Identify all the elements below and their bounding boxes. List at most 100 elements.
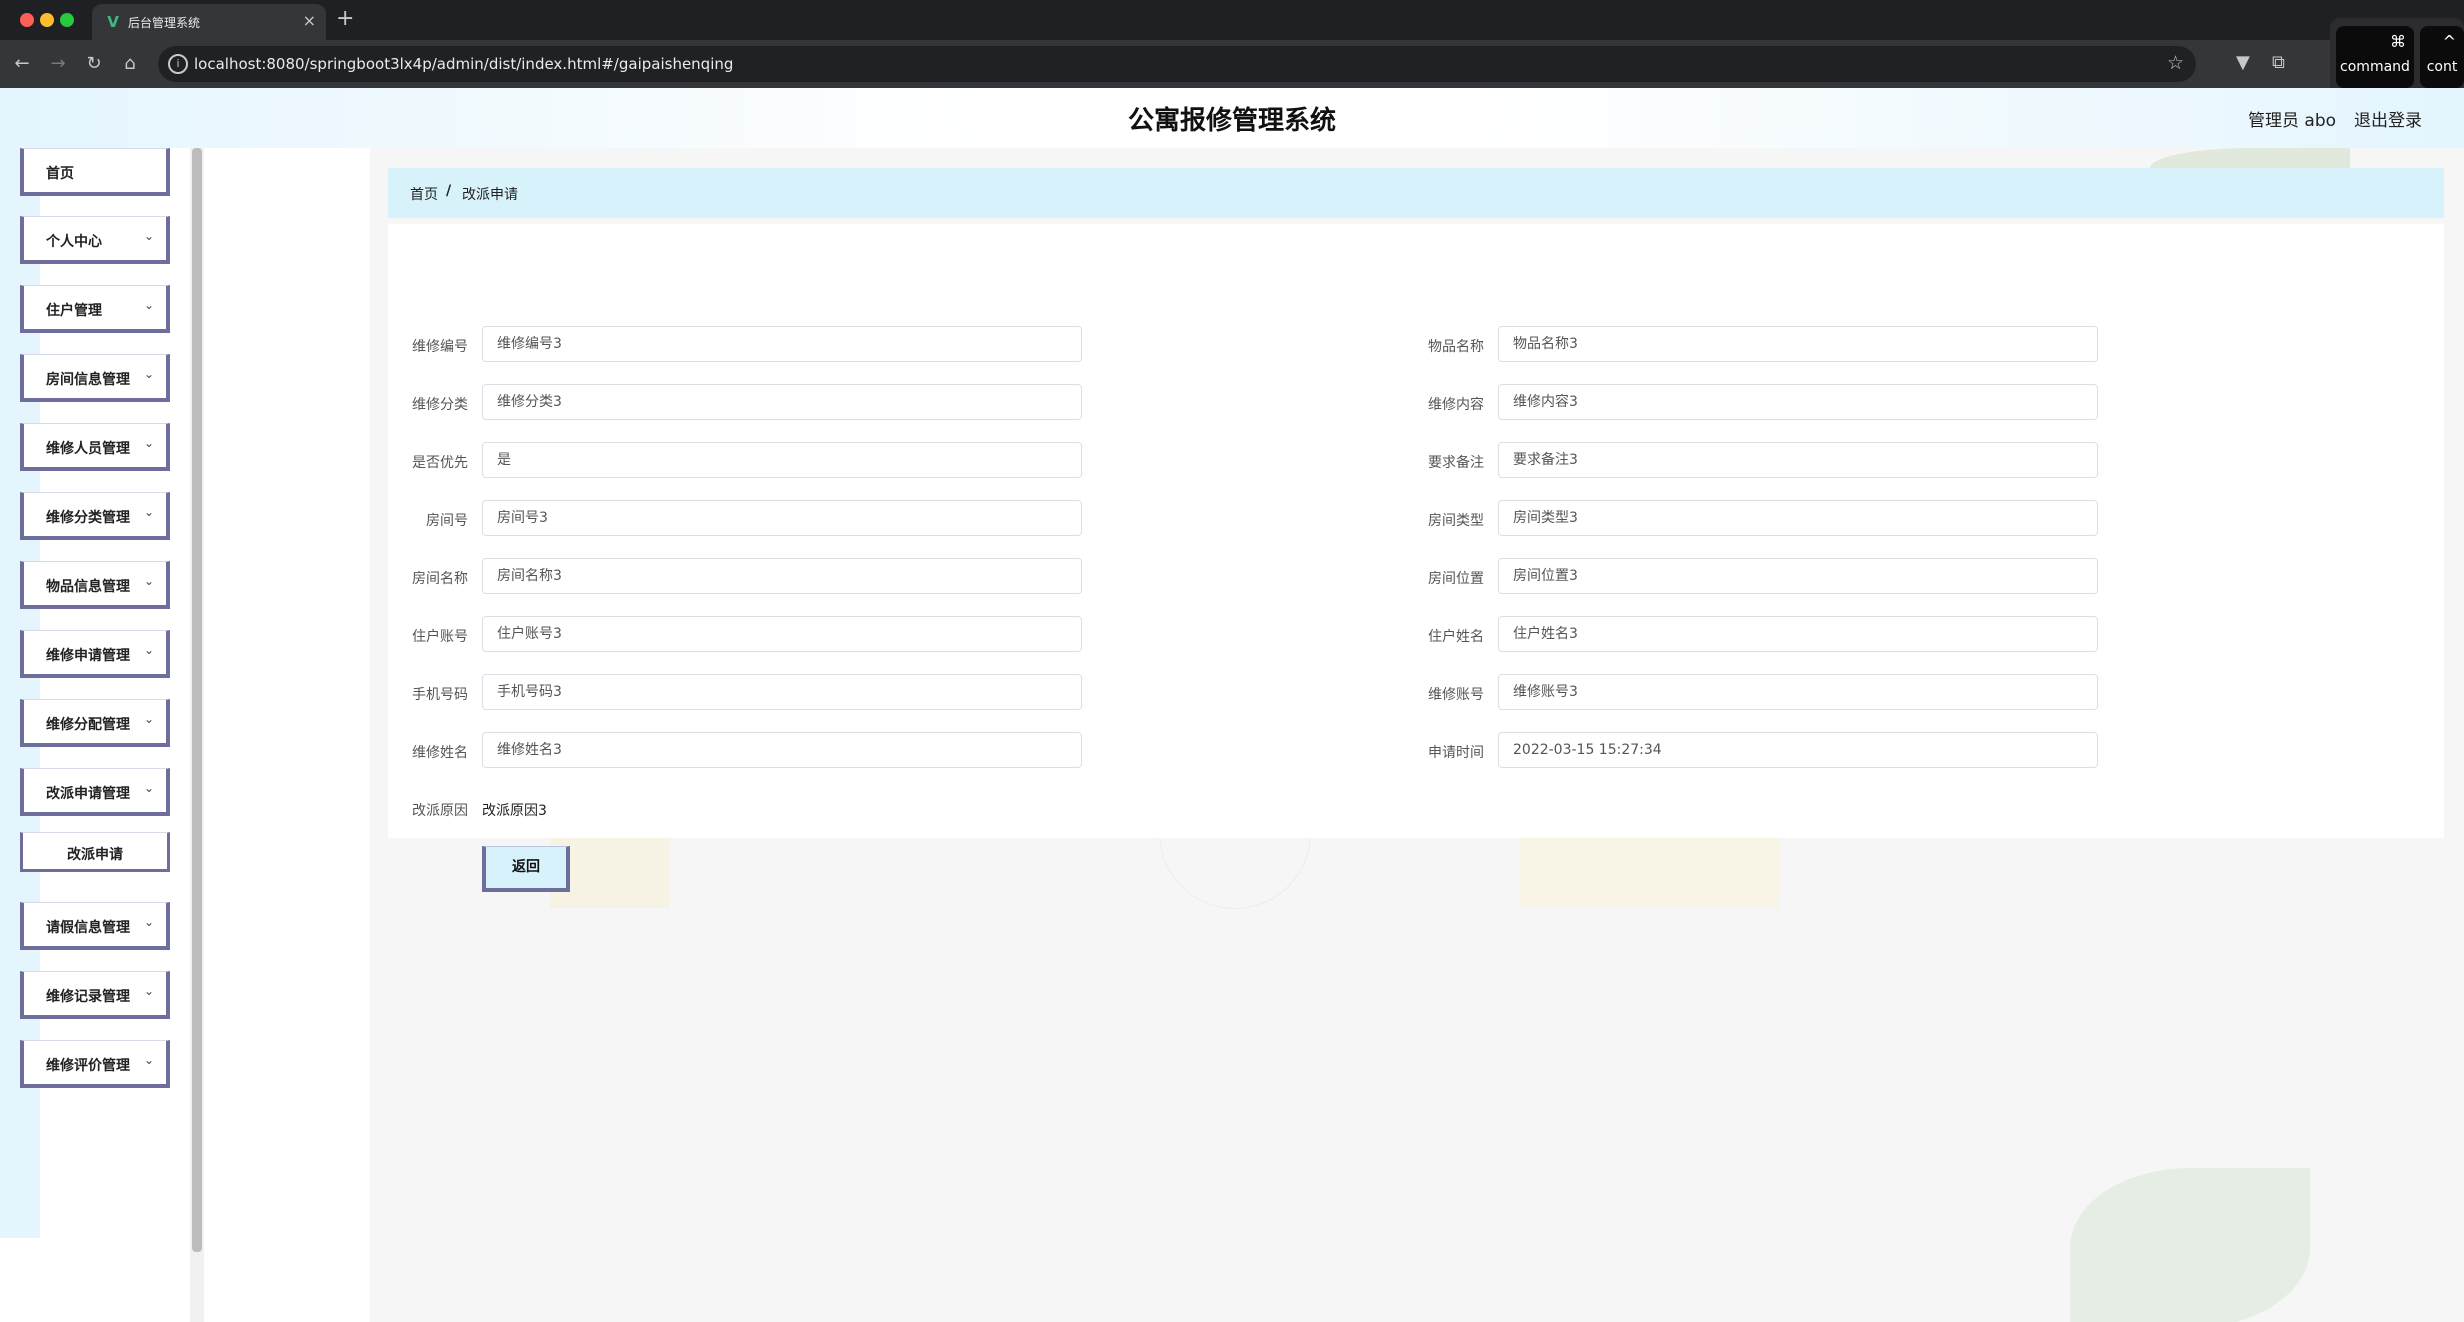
repair-content-field[interactable]: 维修内容3 bbox=[1498, 384, 2098, 420]
chevron-down-icon: ⌄ bbox=[143, 367, 154, 381]
new-tab-icon[interactable]: + bbox=[336, 6, 354, 31]
sidebar-item-profile[interactable]: 个人中心 ⌄ bbox=[20, 216, 170, 264]
sidebar-item-leave[interactable]: 请假信息管理 ⌄ bbox=[20, 902, 170, 950]
field-label-repair-category: 维修分类 bbox=[412, 397, 468, 413]
field-label-repair-number: 维修编号 bbox=[412, 339, 468, 355]
field-label-item-name: 物品名称 bbox=[1428, 339, 1484, 355]
reassign-detail-form: 维修编号 维修编号3 维修分类 维修分类3 是否优先 是 房间号 房间号3 房间… bbox=[388, 224, 2444, 892]
url-text[interactable]: localhost:8080/springboot3lx4p/admin/dis… bbox=[194, 55, 733, 73]
sidebar-item-repair-requests[interactable]: 维修申请管理 ⌄ bbox=[20, 630, 170, 678]
field-label-room-type: 房间类型 bbox=[1428, 513, 1484, 529]
sidebar-item-label: 个人中心 bbox=[46, 234, 102, 250]
vue-logo-icon: V bbox=[107, 13, 119, 31]
admin-user-label: 管理员 abo bbox=[2248, 111, 2337, 131]
sidebar-item-label: 改派申请管理 bbox=[46, 786, 130, 802]
sidebar-item-repair-staff[interactable]: 维修人员管理 ⌄ bbox=[20, 423, 170, 471]
room-type-field[interactable]: 房间类型3 bbox=[1498, 500, 2098, 536]
field-label-requirement-note: 要求备注 bbox=[1428, 455, 1484, 471]
apply-time-field[interactable]: 2022-03-15 15:27:34 bbox=[1498, 732, 2098, 768]
sidebar-item-label: 维修分配管理 bbox=[46, 717, 130, 733]
repair-number-field[interactable]: 维修编号3 bbox=[482, 326, 1082, 362]
field-label-apply-time: 申请时间 bbox=[1428, 745, 1484, 761]
sidebar-item-repair-reviews[interactable]: 维修评价管理 ⌄ bbox=[20, 1040, 170, 1088]
chevron-down-icon: ⌄ bbox=[143, 574, 154, 588]
sidebar-subitem-label: 改派申请 bbox=[67, 847, 123, 863]
chevron-down-icon: ⌄ bbox=[143, 436, 154, 450]
browser-toolbar: ← → ↻ ⌂ i localhost:8080/springboot3lx4p… bbox=[0, 40, 2464, 88]
logout-link[interactable]: 退出登录 bbox=[2354, 106, 2422, 131]
tab-title: 后台管理系统 bbox=[128, 16, 201, 30]
sidebar-item-repair-assignment[interactable]: 维修分配管理 ⌄ bbox=[20, 699, 170, 747]
back-button[interactable]: 返回 bbox=[482, 846, 570, 892]
field-label-resident-name: 住户姓名 bbox=[1428, 629, 1484, 645]
breadcrumb: 首页 / 改派申请 bbox=[388, 168, 2444, 218]
repairer-name-field[interactable]: 维修姓名3 bbox=[482, 732, 1082, 768]
room-name-field[interactable]: 房间名称3 bbox=[482, 558, 1082, 594]
field-label-phone: 手机号码 bbox=[412, 687, 468, 703]
resident-name-field[interactable]: 住户姓名3 bbox=[1498, 616, 2098, 652]
chevron-down-icon: ⌄ bbox=[143, 229, 154, 243]
field-label-room-name: 房间名称 bbox=[412, 571, 468, 587]
room-location-field[interactable]: 房间位置3 bbox=[1498, 558, 2098, 594]
chevron-down-icon: ⌄ bbox=[143, 712, 154, 726]
chevron-down-icon: ⌄ bbox=[143, 643, 154, 657]
breadcrumb-current: 改派申请 bbox=[462, 187, 518, 203]
site-header: 公寓报修管理系统 管理员 abo 退出登录 bbox=[0, 88, 2464, 148]
forward-arrow-icon[interactable]: → bbox=[46, 52, 70, 76]
bookmark-star-icon[interactable]: ☆ bbox=[2167, 52, 2184, 74]
sidebar-item-reassign-requests[interactable]: 改派申请管理 ⌄ bbox=[20, 768, 170, 816]
sidebar-item-label: 维修申请管理 bbox=[46, 648, 130, 664]
address-bar[interactable]: i localhost:8080/springboot3lx4p/admin/d… bbox=[158, 46, 2196, 82]
page: 公寓报修管理系统 管理员 abo 退出登录 首页 个人中心 ⌄ 住户管理 ⌄ 房… bbox=[0, 88, 2464, 1322]
priority-field[interactable]: 是 bbox=[482, 442, 1082, 478]
breadcrumb-separator: / bbox=[446, 183, 452, 199]
field-label-room-location: 房间位置 bbox=[1428, 571, 1484, 587]
chevron-down-icon: ⌄ bbox=[143, 1053, 154, 1067]
site-info-icon[interactable]: i bbox=[168, 54, 188, 74]
resident-account-field[interactable]: 住户账号3 bbox=[482, 616, 1082, 652]
repair-category-field[interactable]: 维修分类3 bbox=[482, 384, 1082, 420]
home-icon[interactable]: ⌂ bbox=[118, 52, 142, 76]
phone-field[interactable]: 手机号码3 bbox=[482, 674, 1082, 710]
repairer-account-field[interactable]: 维修账号3 bbox=[1498, 674, 2098, 710]
item-name-field[interactable]: 物品名称3 bbox=[1498, 326, 2098, 362]
maximize-window-button[interactable] bbox=[60, 13, 74, 27]
field-label-repairer-name: 维修姓名 bbox=[412, 745, 468, 761]
back-arrow-icon[interactable]: ← bbox=[10, 52, 34, 76]
sidebar-item-label: 维修评价管理 bbox=[46, 1058, 130, 1074]
field-label-reassign-reason: 改派原因 bbox=[412, 803, 468, 819]
field-label-repair-content: 维修内容 bbox=[1428, 397, 1484, 413]
command-key: ⌘ command bbox=[2336, 26, 2414, 88]
close-window-button[interactable] bbox=[20, 13, 34, 27]
sidebar-item-label: 住户管理 bbox=[46, 303, 102, 319]
control-symbol-icon: ^ bbox=[2442, 32, 2456, 51]
sidebar-item-rooms[interactable]: 房间信息管理 ⌄ bbox=[20, 354, 170, 402]
field-label-repairer-account: 维修账号 bbox=[1428, 687, 1484, 703]
sidebar-item-home[interactable]: 首页 bbox=[20, 148, 170, 196]
requirement-note-field[interactable]: 要求备注3 bbox=[1498, 442, 2098, 478]
reload-icon[interactable]: ↻ bbox=[82, 52, 106, 76]
sidebar-item-repair-records[interactable]: 维修记录管理 ⌄ bbox=[20, 971, 170, 1019]
sidebar-item-residents[interactable]: 住户管理 ⌄ bbox=[20, 285, 170, 333]
chevron-down-icon: ⌄ bbox=[143, 915, 154, 929]
chevron-down-icon: ⌄ bbox=[143, 781, 154, 795]
sidebar-item-label: 首页 bbox=[46, 166, 74, 182]
minimize-window-button[interactable] bbox=[40, 13, 54, 27]
tab-close-icon[interactable]: × bbox=[303, 11, 316, 30]
vue-devtools-icon[interactable]: ▼ bbox=[2236, 52, 2250, 73]
browser-tab[interactable]: V 后台管理系统 × bbox=[92, 4, 326, 40]
sidebar-subitem-reassign-request[interactable]: 改派申请 bbox=[20, 832, 170, 872]
leaf-decoration bbox=[2070, 1168, 2310, 1322]
sidebar-item-items[interactable]: 物品信息管理 ⌄ bbox=[20, 561, 170, 609]
field-label-resident-account: 住户账号 bbox=[412, 629, 468, 645]
sidebar-item-label: 维修分类管理 bbox=[46, 510, 130, 526]
sidebar-item-label: 房间信息管理 bbox=[46, 372, 130, 388]
browser-tab-bar: V 后台管理系统 × + bbox=[0, 0, 2464, 40]
sidebar-item-label: 维修人员管理 bbox=[46, 441, 130, 457]
breadcrumb-home[interactable]: 首页 bbox=[410, 184, 438, 204]
extensions-puzzle-icon[interactable]: ⧉ bbox=[2272, 52, 2285, 73]
chevron-down-icon: ⌄ bbox=[143, 505, 154, 519]
sidebar-item-repair-categories[interactable]: 维修分类管理 ⌄ bbox=[20, 492, 170, 540]
field-label-priority: 是否优先 bbox=[412, 455, 468, 471]
room-number-field[interactable]: 房间号3 bbox=[482, 500, 1082, 536]
